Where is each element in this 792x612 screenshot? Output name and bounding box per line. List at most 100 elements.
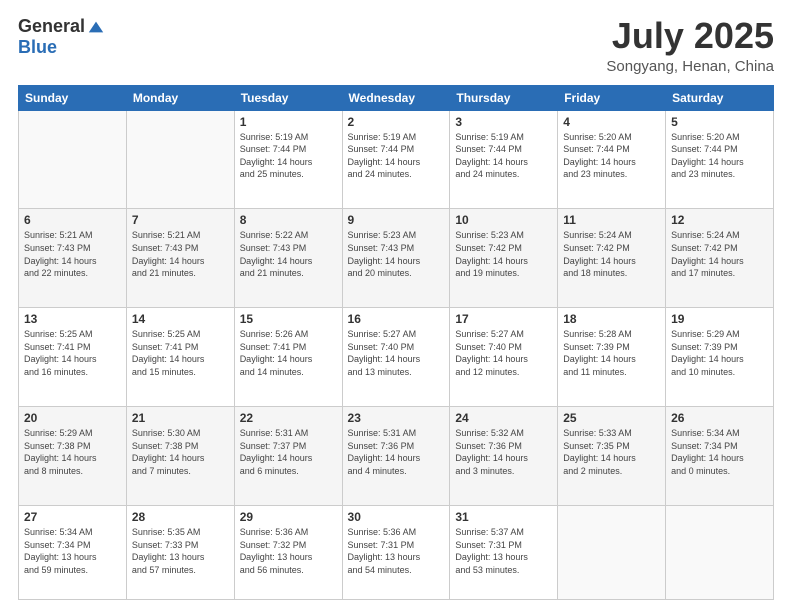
day-info: Sunrise: 5:27 AM Sunset: 7:40 PM Dayligh… (348, 328, 445, 378)
table-row: 3Sunrise: 5:19 AM Sunset: 7:44 PM Daylig… (450, 110, 558, 209)
day-info: Sunrise: 5:26 AM Sunset: 7:41 PM Dayligh… (240, 328, 337, 378)
day-number: 26 (671, 411, 768, 425)
table-row (666, 505, 774, 599)
day-info: Sunrise: 5:36 AM Sunset: 7:31 PM Dayligh… (348, 526, 445, 576)
calendar-table: Sunday Monday Tuesday Wednesday Thursday… (18, 85, 774, 600)
day-info: Sunrise: 5:19 AM Sunset: 7:44 PM Dayligh… (348, 131, 445, 181)
day-number: 30 (348, 510, 445, 524)
col-friday: Friday (558, 85, 666, 110)
day-number: 24 (455, 411, 552, 425)
day-info: Sunrise: 5:27 AM Sunset: 7:40 PM Dayligh… (455, 328, 552, 378)
col-wednesday: Wednesday (342, 85, 450, 110)
day-number: 28 (132, 510, 229, 524)
table-row: 30 Sunrise: 5:36 AM Sunset: 7:31 PM Dayli… (342, 505, 450, 599)
day-number: 1 (240, 115, 337, 129)
table-row: 27 Sunrise: 5:34 AM Sunset: 7:34 PM Dayli… (19, 505, 127, 599)
day-info: Sunrise: 5:31 AM Sunset: 7:37 PM Dayligh… (240, 427, 337, 477)
day-info: Sunrise: 5:25 AM Sunset: 7:41 PM Dayligh… (24, 328, 121, 378)
col-monday: Monday (126, 85, 234, 110)
day-info: Sunrise: 5:21 AM Sunset: 7:43 PM Dayligh… (24, 229, 121, 279)
day-number: 9 (348, 213, 445, 227)
table-row: 9Sunrise: 5:23 AM Sunset: 7:43 PM Daylig… (342, 209, 450, 308)
day-number: 8 (240, 213, 337, 227)
table-row: 13 Sunrise: 5:25 AM Sunset: 7:41 PM Dayli… (19, 308, 127, 407)
col-saturday: Saturday (666, 85, 774, 110)
day-info: Sunrise: 5:21 AM Sunset: 7:43 PM Dayligh… (132, 229, 229, 279)
table-row: 24 Sunrise: 5:32 AM Sunset: 7:36 PM Dayli… (450, 407, 558, 506)
day-number: 31 (455, 510, 552, 524)
day-info: Sunrise: 5:24 AM Sunset: 7:42 PM Dayligh… (671, 229, 768, 279)
day-info: Sunrise: 5:22 AM Sunset: 7:43 PM Dayligh… (240, 229, 337, 279)
table-row: 21Sunrise: 5:30 AM Sunset: 7:38 PM Dayli… (126, 407, 234, 506)
table-row: 7 Sunrise: 5:21 AM Sunset: 7:43 PM Daylig… (126, 209, 234, 308)
day-number: 13 (24, 312, 121, 326)
day-info: Sunrise: 5:32 AM Sunset: 7:36 PM Dayligh… (455, 427, 552, 477)
day-info: Sunrise: 5:33 AM Sunset: 7:35 PM Dayligh… (563, 427, 660, 477)
table-row (126, 110, 234, 209)
day-info: Sunrise: 5:23 AM Sunset: 7:42 PM Dayligh… (455, 229, 552, 279)
table-row: 18 Sunrise: 5:28 AM Sunset: 7:39 PM Dayli… (558, 308, 666, 407)
day-number: 11 (563, 213, 660, 227)
day-number: 10 (455, 213, 552, 227)
day-info: Sunrise: 5:20 AM Sunset: 7:44 PM Dayligh… (671, 131, 768, 181)
table-row (558, 505, 666, 599)
day-number: 22 (240, 411, 337, 425)
table-row (19, 110, 127, 209)
col-thursday: Thursday (450, 85, 558, 110)
day-info: Sunrise: 5:29 AM Sunset: 7:38 PM Dayligh… (24, 427, 121, 477)
day-number: 27 (24, 510, 121, 524)
table-row: 10 Sunrise: 5:23 AM Sunset: 7:42 PM Dayli… (450, 209, 558, 308)
calendar-week-3: 20 Sunrise: 5:29 AM Sunset: 7:38 PM Dayli… (19, 407, 774, 506)
day-info: Sunrise: 5:34 AM Sunset: 7:34 PM Dayligh… (24, 526, 121, 576)
day-number: 15 (240, 312, 337, 326)
table-row: 28 Sunrise: 5:35 AM Sunset: 7:33 PM Dayli… (126, 505, 234, 599)
day-number: 17 (455, 312, 552, 326)
day-info: Sunrise: 5:28 AM Sunset: 7:39 PM Dayligh… (563, 328, 660, 378)
day-info: Sunrise: 5:19 AM Sunset: 7:44 PM Dayligh… (240, 131, 337, 181)
logo-general: General (18, 16, 85, 37)
table-row: 4 Sunrise: 5:20 AM Sunset: 7:44 PM Daylig… (558, 110, 666, 209)
table-row: 5 Sunrise: 5:20 AM Sunset: 7:44 PM Daylig… (666, 110, 774, 209)
page: General Blue July 2025 Songyang, Henan, … (0, 0, 792, 612)
day-info: Sunrise: 5:34 AM Sunset: 7:34 PM Dayligh… (671, 427, 768, 477)
day-number: 20 (24, 411, 121, 425)
day-number: 12 (671, 213, 768, 227)
day-info: Sunrise: 5:35 AM Sunset: 7:33 PM Dayligh… (132, 526, 229, 576)
day-info: Sunrise: 5:36 AM Sunset: 7:32 PM Dayligh… (240, 526, 337, 576)
day-number: 4 (563, 115, 660, 129)
table-row: 25Sunrise: 5:33 AM Sunset: 7:35 PM Dayli… (558, 407, 666, 506)
day-number: 7 (132, 213, 229, 227)
month-title: July 2025 (606, 16, 774, 56)
day-number: 29 (240, 510, 337, 524)
calendar-week-4: 27 Sunrise: 5:34 AM Sunset: 7:34 PM Dayli… (19, 505, 774, 599)
day-info: Sunrise: 5:30 AM Sunset: 7:38 PM Dayligh… (132, 427, 229, 477)
day-info: Sunrise: 5:20 AM Sunset: 7:44 PM Dayligh… (563, 131, 660, 181)
day-number: 23 (348, 411, 445, 425)
calendar-week-0: 1 Sunrise: 5:19 AM Sunset: 7:44 PM Daylig… (19, 110, 774, 209)
day-info: Sunrise: 5:25 AM Sunset: 7:41 PM Dayligh… (132, 328, 229, 378)
day-number: 2 (348, 115, 445, 129)
table-row: 16Sunrise: 5:27 AM Sunset: 7:40 PM Dayli… (342, 308, 450, 407)
table-row: 6 Sunrise: 5:21 AM Sunset: 7:43 PM Daylig… (19, 209, 127, 308)
table-row: 23 Sunrise: 5:31 AM Sunset: 7:36 PM Dayli… (342, 407, 450, 506)
table-row: 15 Sunrise: 5:26 AM Sunset: 7:41 PM Dayli… (234, 308, 342, 407)
day-info: Sunrise: 5:31 AM Sunset: 7:36 PM Dayligh… (348, 427, 445, 477)
table-row: 31 Sunrise: 5:37 AM Sunset: 7:31 PM Dayli… (450, 505, 558, 599)
day-number: 18 (563, 312, 660, 326)
logo: General Blue (18, 16, 105, 58)
table-row: 8 Sunrise: 5:22 AM Sunset: 7:43 PM Daylig… (234, 209, 342, 308)
calendar-week-2: 13 Sunrise: 5:25 AM Sunset: 7:41 PM Dayli… (19, 308, 774, 407)
logo-icon (87, 18, 105, 36)
table-row: 22 Sunrise: 5:31 AM Sunset: 7:37 PM Dayli… (234, 407, 342, 506)
day-info: Sunrise: 5:37 AM Sunset: 7:31 PM Dayligh… (455, 526, 552, 576)
day-number: 5 (671, 115, 768, 129)
table-row: 19Sunrise: 5:29 AM Sunset: 7:39 PM Dayli… (666, 308, 774, 407)
day-number: 6 (24, 213, 121, 227)
calendar-week-1: 6 Sunrise: 5:21 AM Sunset: 7:43 PM Daylig… (19, 209, 774, 308)
table-row: 2 Sunrise: 5:19 AM Sunset: 7:44 PM Daylig… (342, 110, 450, 209)
day-info: Sunrise: 5:29 AM Sunset: 7:39 PM Dayligh… (671, 328, 768, 378)
table-row: 29 Sunrise: 5:36 AM Sunset: 7:32 PM Dayli… (234, 505, 342, 599)
day-number: 14 (132, 312, 229, 326)
day-number: 3 (455, 115, 552, 129)
col-tuesday: Tuesday (234, 85, 342, 110)
